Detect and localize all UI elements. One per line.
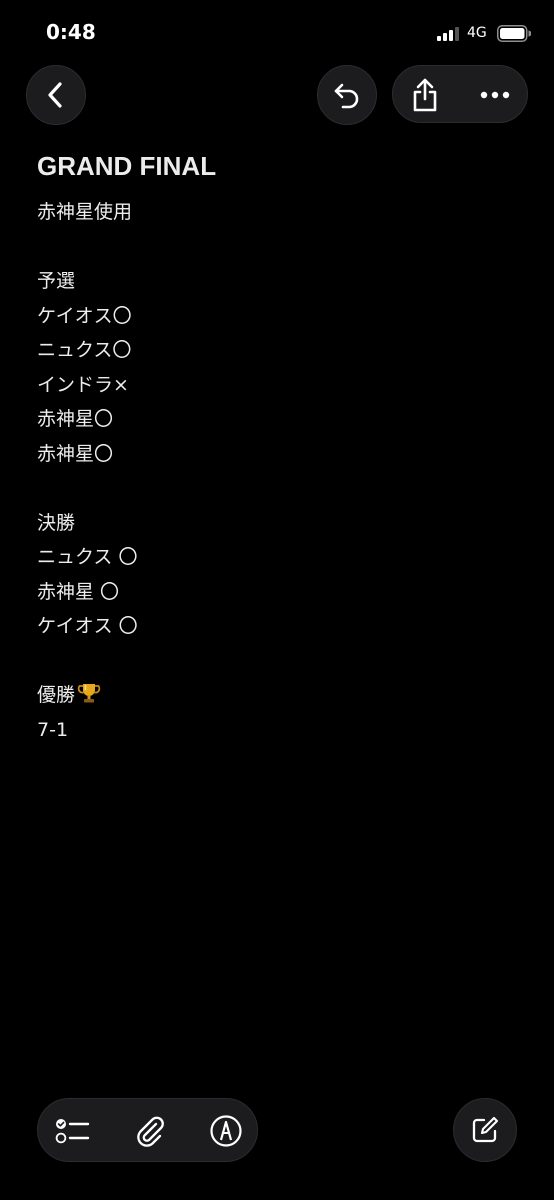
note-line-winner: 優勝	[37, 678, 517, 713]
note-line: 赤神星 〇	[37, 580, 120, 603]
undo-icon	[334, 83, 359, 109]
compose-icon	[472, 1116, 499, 1143]
note-line: 予選	[37, 270, 76, 292]
note-line: 赤神星使用	[37, 201, 133, 223]
note-title[interactable]: GRAND FINAL	[37, 150, 517, 182]
note-line: 7-1	[37, 718, 69, 741]
share-button[interactable]	[407, 76, 443, 114]
more-button[interactable]	[473, 76, 517, 114]
note-body[interactable]: GRAND FINAL 赤神星使用 予選 ケイオス〇 ニュクス〇 インドラ× 赤…	[37, 150, 517, 747]
share-icon	[413, 78, 437, 112]
markup-pen-icon	[210, 1115, 242, 1147]
chevron-left-icon	[48, 82, 62, 108]
note-line: インドラ×	[37, 373, 129, 396]
note-blank-line	[37, 230, 517, 265]
battery-icon	[497, 25, 531, 42]
note-line: 赤神星〇	[37, 442, 114, 465]
note-line: ニュクス 〇	[37, 546, 138, 568]
note-line: ケイオス 〇	[37, 615, 138, 637]
winner-text: 優勝	[37, 684, 76, 706]
undo-button[interactable]	[317, 65, 377, 125]
checklist-icon	[55, 1119, 90, 1144]
trophy-icon	[77, 684, 101, 703]
note-blank-line	[37, 471, 517, 506]
note-line: 赤神星〇	[37, 408, 114, 430]
note-line: 決勝	[37, 511, 76, 534]
cellular-signal-icon	[437, 27, 459, 41]
status-time: 0:48	[46, 20, 96, 44]
note-blank-line	[37, 644, 517, 679]
markup-button[interactable]	[207, 1112, 245, 1150]
top-actions-group	[392, 65, 528, 123]
compose-button[interactable]	[453, 1098, 517, 1162]
status-bar: 0:48 4G	[0, 0, 554, 64]
paperclip-icon	[137, 1116, 164, 1147]
note-line: ケイオス〇	[37, 304, 132, 327]
checklist-button[interactable]	[54, 1112, 92, 1150]
attach-button[interactable]	[131, 1112, 169, 1150]
note-line: ニュクス〇	[37, 339, 132, 361]
network-type: 4G	[467, 25, 487, 41]
ellipsis-icon	[480, 91, 510, 99]
back-button[interactable]	[26, 65, 86, 125]
bottom-toolbar	[37, 1098, 258, 1162]
